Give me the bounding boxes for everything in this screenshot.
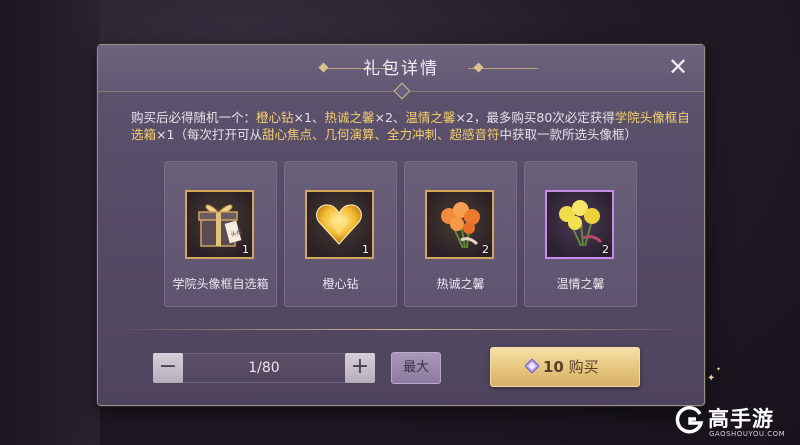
sparkle-icon: ✦ xyxy=(716,366,722,373)
item-frame: 2 xyxy=(545,190,614,259)
diamond-currency-icon xyxy=(525,359,539,373)
sparkle-icon: ✦ xyxy=(707,373,716,384)
watermark-name: 高手游 xyxy=(708,407,774,431)
item-quantity: 1 xyxy=(242,243,249,256)
desc-text: 中获取一款所选头像框） xyxy=(499,127,637,142)
close-icon[interactable]: ✕ xyxy=(665,55,691,81)
item-frame: 2 xyxy=(425,190,494,259)
desc-highlight: 温情之馨 xyxy=(405,110,456,125)
title-diamond-right xyxy=(473,62,484,73)
desc-highlight: 橙心钻 xyxy=(256,110,294,125)
desc-text: ×2、 xyxy=(374,110,406,125)
reward-card[interactable]: 1 橙心钻 xyxy=(284,161,397,307)
decrease-button[interactable]: − xyxy=(153,353,183,383)
item-label: 学院头像框自选箱 xyxy=(172,277,269,291)
desc-text: ×1（每次打开可从 xyxy=(156,127,262,142)
item-label: 热诚之馨 xyxy=(436,277,485,291)
watermark-url: GAOSHOUYOU.COM xyxy=(709,430,786,438)
item-label: 橙心钻 xyxy=(322,277,359,291)
buy-text: 10 购买 xyxy=(543,348,599,386)
gift-description: 购买后必得随机一个：橙心钻×1、热诚之馨×2、温情之馨×2，最多购买80次必定获… xyxy=(131,109,691,143)
watermark: 高手游 GAOSHOUYOU.COM xyxy=(672,402,800,445)
title-diamond-left xyxy=(318,62,329,73)
desc-highlight: 甜心焦点、几何演算、全力冲刺、超感音符 xyxy=(261,127,500,142)
item-frame: 1 xyxy=(305,190,374,259)
desc-text: ×2，最多购买80次必定获得 xyxy=(455,110,615,125)
gift-pack-dialog: 礼包详情 ✕ 购买后必得随机一个：橙心钻×1、热诚之馨×2、温情之馨×2，最多购… xyxy=(97,44,705,406)
max-button[interactable]: 最大 xyxy=(391,352,441,384)
buy-label: 购买 xyxy=(568,358,599,376)
reward-card[interactable]: 2 热诚之馨 xyxy=(404,161,517,307)
purchase-count: 1/80 xyxy=(248,360,280,376)
desc-text: ×1、 xyxy=(293,110,325,125)
item-label: 温情之馨 xyxy=(556,277,605,291)
reward-card[interactable]: 头像 1 学院头像框自选箱 xyxy=(164,161,277,307)
desc-text: 购买后必得随机一个： xyxy=(131,110,257,125)
background-left xyxy=(0,0,100,445)
item-frame: 头像 1 xyxy=(185,190,254,259)
increase-button[interactable]: + xyxy=(345,353,375,383)
divider xyxy=(129,329,674,330)
watermark-logo-icon xyxy=(675,406,704,434)
price-value: 10 xyxy=(543,358,564,376)
reward-card[interactable]: 2 温情之馨 xyxy=(524,161,637,307)
quantity-stepper: − 1/80 + xyxy=(153,353,375,383)
item-quantity: 2 xyxy=(602,243,609,256)
dialog-title: 礼包详情 xyxy=(363,59,439,79)
item-quantity: 2 xyxy=(482,243,489,256)
desc-highlight: 热诚之馨 xyxy=(324,110,375,125)
buy-button[interactable]: 10 购买 xyxy=(490,347,640,387)
item-quantity: 1 xyxy=(362,243,369,256)
